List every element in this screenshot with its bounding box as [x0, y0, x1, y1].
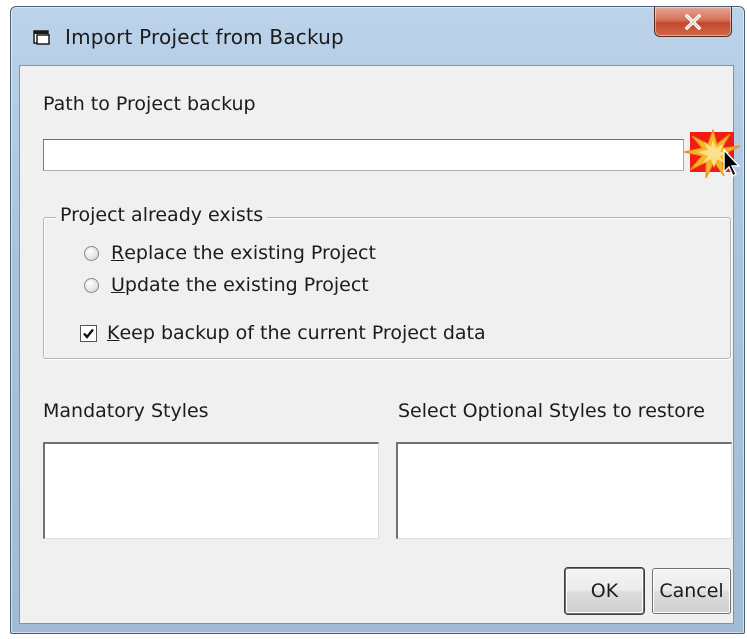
keep-backup-label: eep backup of the current Project data [119, 322, 486, 344]
optional-styles-label: Select Optional Styles to restore [398, 400, 705, 422]
ok-button[interactable]: OK [565, 568, 644, 614]
close-button[interactable] [654, 7, 732, 37]
checkmark-icon [83, 328, 94, 339]
replace-option-label: eplace the existing Project [124, 242, 376, 264]
title-bar[interactable]: Import Project from Backup [11, 7, 744, 65]
dialog-window-icon [33, 29, 51, 45]
radio-circle[interactable] [84, 277, 99, 293]
project-exists-group: Project already exists Replace the exist… [43, 204, 731, 359]
group-legend: Project already exists [56, 204, 268, 226]
path-input[interactable] [43, 139, 684, 171]
update-option-accel: U [111, 274, 125, 296]
cancel-button[interactable]: Cancel [652, 568, 731, 614]
keep-backup-accel: K [107, 322, 120, 344]
keep-backup-checkbox[interactable]: Keep backup of the current Project data [80, 322, 486, 344]
update-option-label: pdate the existing Project [124, 274, 369, 296]
mandatory-styles-label: Mandatory Styles [43, 400, 209, 422]
checkbox-box[interactable] [80, 324, 97, 342]
path-label: Path to Project backup [43, 93, 256, 115]
replace-option-accel: R [111, 242, 125, 264]
mandatory-styles-list[interactable] [43, 442, 379, 539]
window-title: Import Project from Backup [65, 25, 344, 49]
optional-styles-list[interactable] [396, 442, 732, 539]
update-project-radio[interactable]: Update the existing Project [84, 274, 369, 296]
dialog-content: Path to Project backup Project already e… [19, 65, 741, 624]
close-icon [683, 13, 703, 30]
browse-button[interactable] [683, 128, 741, 179]
dialog-window: Import Project from Backup Path to Proje… [10, 6, 745, 634]
radio-circle[interactable] [84, 245, 99, 261]
replace-project-radio[interactable]: Replace the existing Project [84, 242, 376, 264]
